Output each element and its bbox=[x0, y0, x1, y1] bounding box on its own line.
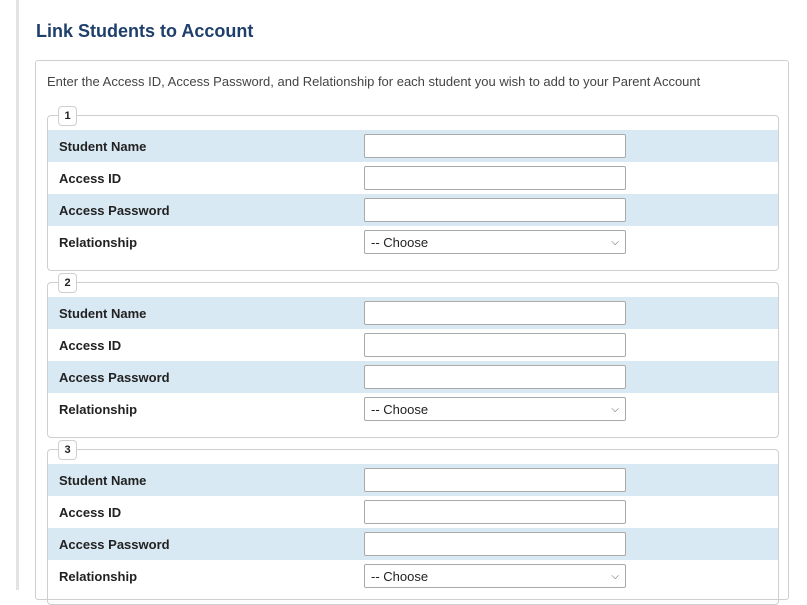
relationship-label: Relationship bbox=[59, 235, 138, 250]
access-id-input[interactable] bbox=[364, 166, 626, 190]
student-name-input[interactable] bbox=[364, 468, 626, 492]
access-id-label: Access ID bbox=[59, 505, 122, 520]
access-password-label: Access Password bbox=[59, 370, 170, 385]
relationship-row: Relationship -- Choose ⌵ bbox=[48, 393, 778, 425]
student-name-row: Student Name bbox=[48, 297, 778, 329]
student-name-row: Student Name bbox=[48, 130, 778, 162]
student-number: 1 bbox=[58, 106, 77, 126]
relationship-selected-value: -- Choose bbox=[371, 234, 429, 250]
student-name-label: Student Name bbox=[59, 473, 147, 488]
relationship-label: Relationship bbox=[59, 402, 138, 417]
relationship-row: Relationship -- Choose ⌵ bbox=[48, 226, 778, 258]
student-group-1: 1 Student Name Access ID Access Password… bbox=[47, 106, 779, 271]
student-number: 2 bbox=[58, 273, 77, 293]
access-id-row: Access ID bbox=[48, 496, 778, 528]
student-name-input[interactable] bbox=[364, 301, 626, 325]
relationship-row: Relationship -- Choose ⌵ bbox=[48, 560, 778, 592]
student-group-3: 3 Student Name Access ID Access Password… bbox=[47, 440, 779, 605]
relationship-select[interactable]: -- Choose ⌵ bbox=[364, 397, 626, 421]
access-id-row: Access ID bbox=[48, 162, 778, 194]
access-password-row: Access Password bbox=[48, 194, 778, 226]
relationship-selected-value: -- Choose bbox=[371, 568, 429, 584]
chevron-down-icon: ⌵ bbox=[611, 236, 619, 248]
access-password-input[interactable] bbox=[364, 365, 626, 389]
student-group-2: 2 Student Name Access ID Access Password… bbox=[47, 273, 779, 438]
access-id-label: Access ID bbox=[59, 338, 122, 353]
access-password-row: Access Password bbox=[48, 528, 778, 560]
page-title: Link Students to Account bbox=[36, 21, 254, 41]
chevron-down-icon: ⌵ bbox=[611, 403, 619, 415]
student-name-label: Student Name bbox=[59, 139, 147, 154]
student-number: 3 bbox=[58, 440, 77, 460]
access-id-row: Access ID bbox=[48, 329, 778, 361]
access-password-input[interactable] bbox=[364, 532, 626, 556]
access-password-input[interactable] bbox=[364, 198, 626, 222]
access-password-row: Access Password bbox=[48, 361, 778, 393]
access-id-label: Access ID bbox=[59, 171, 122, 186]
student-name-row: Student Name bbox=[48, 464, 778, 496]
instructions-text: Enter the Access ID, Access Password, an… bbox=[47, 74, 701, 89]
student-name-label: Student Name bbox=[59, 306, 147, 321]
student-name-input[interactable] bbox=[364, 134, 626, 158]
access-password-label: Access Password bbox=[59, 537, 170, 552]
access-password-label: Access Password bbox=[59, 203, 170, 218]
access-id-input[interactable] bbox=[364, 333, 626, 357]
relationship-selected-value: -- Choose bbox=[371, 401, 429, 417]
relationship-label: Relationship bbox=[59, 569, 138, 584]
link-students-panel: Enter the Access ID, Access Password, an… bbox=[35, 60, 789, 605]
left-divider bbox=[16, 0, 19, 590]
relationship-select[interactable]: -- Choose ⌵ bbox=[364, 230, 626, 254]
chevron-down-icon: ⌵ bbox=[611, 570, 619, 582]
access-id-input[interactable] bbox=[364, 500, 626, 524]
relationship-select[interactable]: -- Choose ⌵ bbox=[364, 564, 626, 588]
